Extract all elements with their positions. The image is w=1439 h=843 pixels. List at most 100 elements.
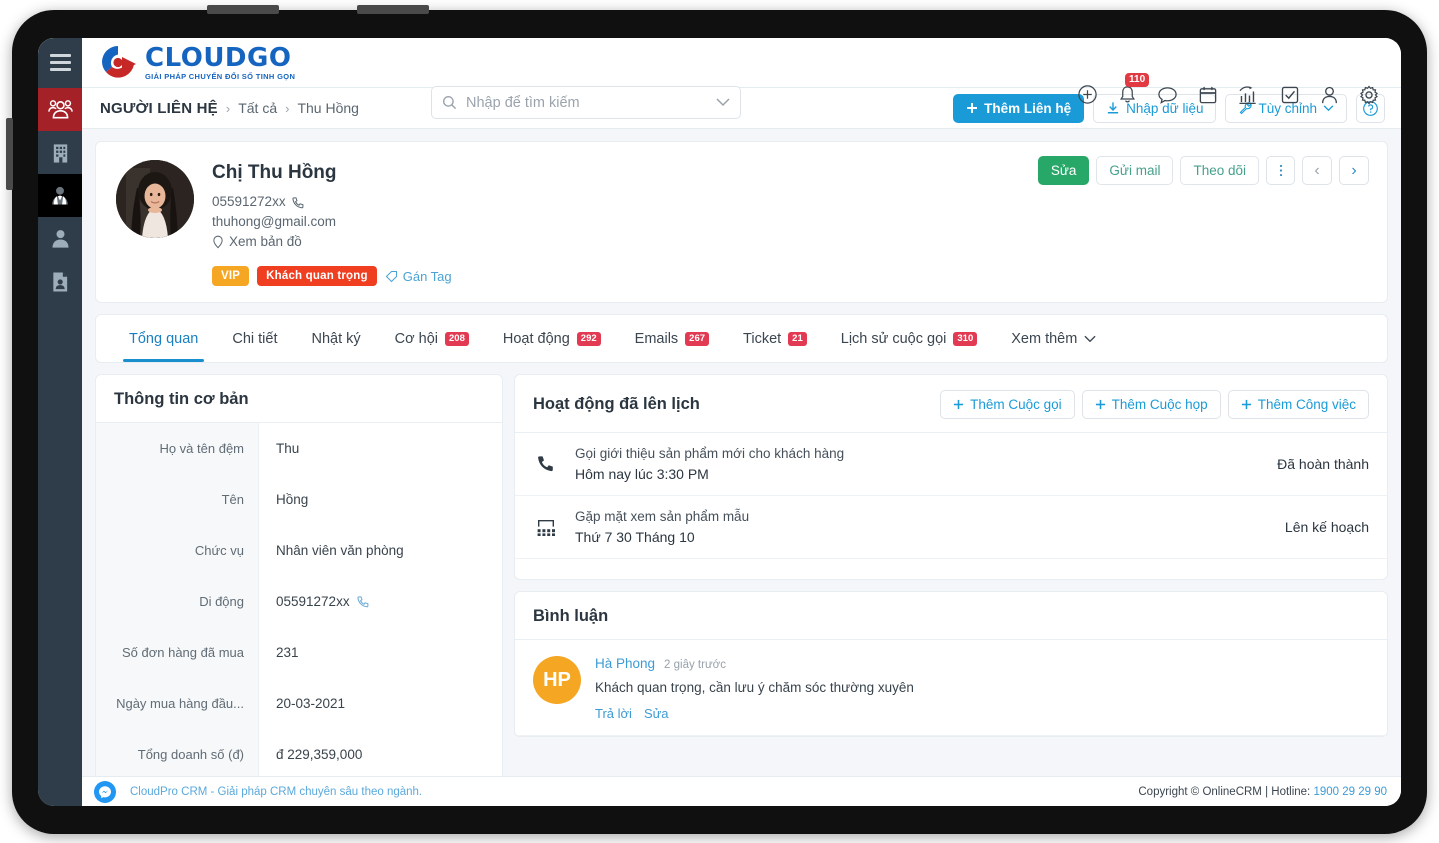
field-value-ho-va-ten-dem[interactable]: Thu [259, 423, 502, 474]
tab-bar: Tổng quan Chi tiết Nhật ký Cơ hội 208 Ho… [95, 314, 1388, 363]
comment-author[interactable]: Hà Phong [595, 656, 655, 671]
gear-icon[interactable] [1359, 85, 1379, 110]
device-button-top-2[interactable] [357, 5, 429, 14]
body-row: NGƯỜI LIÊN HỆ › Tất cả › Thu Hồng Thêm L… [38, 88, 1401, 806]
contact-email-row: thuhong@gmail.com [212, 212, 452, 232]
activity-texts: Gọi giới thiệu sản phẩm mới cho khách hà… [575, 446, 1261, 482]
contact-name: Chị Thu Hồng [212, 162, 337, 183]
contact-map-row[interactable]: Xem bản đồ [212, 232, 452, 252]
checkbox-icon[interactable] [1280, 85, 1300, 110]
add-meeting-button[interactable]: Thêm Cuộc họp [1081, 390, 1221, 419]
hamburger-menu-icon[interactable] [38, 38, 82, 88]
comments-title: Bình luận [533, 607, 609, 625]
tab-lich-su-cuoc-goi[interactable]: Lịch sử cuộc gọi 310 [824, 315, 994, 362]
field-value-ngay-mua-dau[interactable]: 20-03-2021 [259, 678, 502, 729]
contact-info: Chị Thu Hồng 05591272xx thuhong@gmail.co… [212, 160, 452, 286]
plus-icon [1241, 399, 1251, 410]
field-value-tong-doanh-so[interactable]: đ 229,359,000 [259, 729, 502, 776]
device-button-top-1[interactable] [207, 5, 279, 14]
device-button-left[interactable] [6, 118, 13, 190]
send-mail-button[interactable]: Gửi mail [1096, 156, 1174, 185]
logo-wordmark: CLOUDGO [145, 42, 292, 73]
calendar-icon[interactable] [1198, 85, 1218, 110]
more-options-button[interactable] [1266, 156, 1295, 185]
footer-copyright: Copyright © OnlineCRM | Hotline: 1900 29… [1138, 786, 1387, 798]
tab-chi-tiet[interactable]: Chi tiết [215, 315, 294, 362]
avatar [116, 160, 194, 238]
tab-nhat-ky[interactable]: Nhật ký [294, 315, 377, 362]
tag-vip[interactable]: VIP [212, 266, 250, 286]
field-label: Tên [221, 492, 244, 507]
add-task-label: Thêm Công việc [1257, 397, 1356, 412]
app-screen: CLOUDGO GIẢI PHÁP CHUYỂN ĐỔI SỐ TINH GỌN… [38, 38, 1401, 806]
activity-subtitle: Hôm nay lúc 3:30 PM [575, 466, 709, 482]
footer-left-link[interactable]: CloudPro CRM - Giải pháp CRM chuyên sâu … [130, 786, 422, 798]
comment-actions: Trả lời Sửa [595, 706, 1369, 721]
edit-button[interactable]: Sửa [1037, 156, 1090, 185]
add-task-button[interactable]: Thêm Công việc [1227, 390, 1369, 419]
tab-tong-quan[interactable]: Tổng quan [112, 315, 215, 362]
basic-info-title: Thông tin cơ bản [114, 390, 249, 408]
basic-info-header: Thông tin cơ bản [96, 375, 502, 423]
field-label: Số đơn hàng đã mua [121, 645, 244, 660]
id-card-icon [53, 271, 68, 292]
assign-tag-button[interactable]: Gán Tag [385, 269, 452, 284]
analytics-icon[interactable] [1238, 85, 1260, 110]
tab-label: Tổng quan [129, 330, 199, 347]
tab-ticket[interactable]: Ticket 21 [726, 315, 824, 362]
sidebar-item-customer[interactable] [38, 217, 82, 260]
add-call-button[interactable]: Thêm Cuộc gọi [940, 390, 1075, 419]
sidebar-item-company[interactable] [38, 131, 82, 174]
tab-co-hoi[interactable]: Cơ hội 208 [378, 315, 486, 362]
contact-tags: VIP Khách quan trọng Gán Tag [212, 266, 452, 286]
field-value-chuc-vu[interactable]: Nhân viên văn phòng [259, 525, 502, 576]
bell-icon[interactable]: 110 [1118, 73, 1150, 110]
meeting-icon [533, 517, 559, 537]
contact-phone-row: 05591272xx [212, 192, 452, 212]
sidebar-item-contacts[interactable] [38, 88, 82, 131]
comment-reply-button[interactable]: Trả lời [595, 706, 632, 721]
tab-badge: 310 [953, 331, 978, 346]
prev-record-button[interactable]: ‹ [1302, 156, 1332, 185]
user-tie-icon [52, 186, 68, 205]
sidebar-item-documents[interactable] [38, 260, 82, 303]
tab-emails[interactable]: Emails 267 [618, 315, 726, 362]
breadcrumb-level-2[interactable]: Tất cả [238, 100, 277, 116]
chevron-down-icon[interactable] [716, 98, 730, 107]
activity-row[interactable]: Gặp mặt xem sản phẩm mẫu Thứ 7 30 Tháng … [515, 496, 1387, 559]
comment-text: Khách quan trọng, cần lưu ý chăm sóc thư… [595, 680, 914, 695]
activity-row[interactable]: Gọi giới thiệu sản phẩm mới cho khách hà… [515, 433, 1387, 496]
search-input[interactable]: Nhập để tìm kiếm [431, 86, 741, 119]
breadcrumb-current: Thu Hồng [297, 100, 359, 116]
chat-icon[interactable] [1157, 85, 1178, 110]
tab-hoat-dong[interactable]: Hoạt động 292 [486, 315, 618, 362]
user-icon[interactable] [1320, 85, 1339, 110]
tab-xem-them[interactable]: Xem thêm [994, 315, 1113, 362]
assign-tag-label: Gán Tag [402, 268, 452, 284]
field-value-so-don-hang[interactable]: 231 [259, 627, 502, 678]
comment-edit-button[interactable]: Sửa [644, 706, 669, 721]
add-circle-icon[interactable] [1077, 84, 1098, 110]
add-contact-button[interactable]: Thêm Liên hệ [953, 93, 1085, 123]
phone-icon[interactable] [291, 196, 304, 209]
tab-label: Xem thêm [1011, 330, 1078, 347]
phone-icon[interactable] [356, 595, 369, 608]
contact-email[interactable]: thuhong@gmail.com [212, 212, 336, 232]
hotline-number[interactable]: 1900 29 29 90 [1313, 786, 1387, 798]
notification-badge: 110 [1125, 73, 1150, 87]
messenger-icon[interactable] [94, 780, 116, 803]
field-value-ten[interactable]: Hồng [259, 474, 502, 525]
follow-button[interactable]: Theo dõi [1180, 156, 1259, 185]
tab-badge: 267 [685, 331, 710, 346]
page-scroll-area[interactable]: Chị Thu Hồng 05591272xx thuhong@gmail.co… [82, 129, 1401, 776]
tag-important-customer[interactable]: Khách quan trọng [257, 266, 377, 286]
field-value-di-dong-row[interactable]: 05591272xx [259, 576, 502, 627]
tab-label: Ticket [743, 330, 782, 347]
chevron-down-icon [1084, 335, 1096, 342]
sidebar-item-leads[interactable] [38, 174, 82, 217]
activity-status: Đã hoàn thành [1277, 456, 1369, 472]
next-record-button[interactable]: › [1339, 156, 1369, 185]
plus-icon [1095, 399, 1105, 410]
copyright-text: Copyright © OnlineCRM | Hotline: [1138, 785, 1314, 798]
app-logo[interactable]: CLOUDGO GIẢI PHÁP CHUYỂN ĐỔI SỐ TINH GỌN [82, 44, 295, 82]
